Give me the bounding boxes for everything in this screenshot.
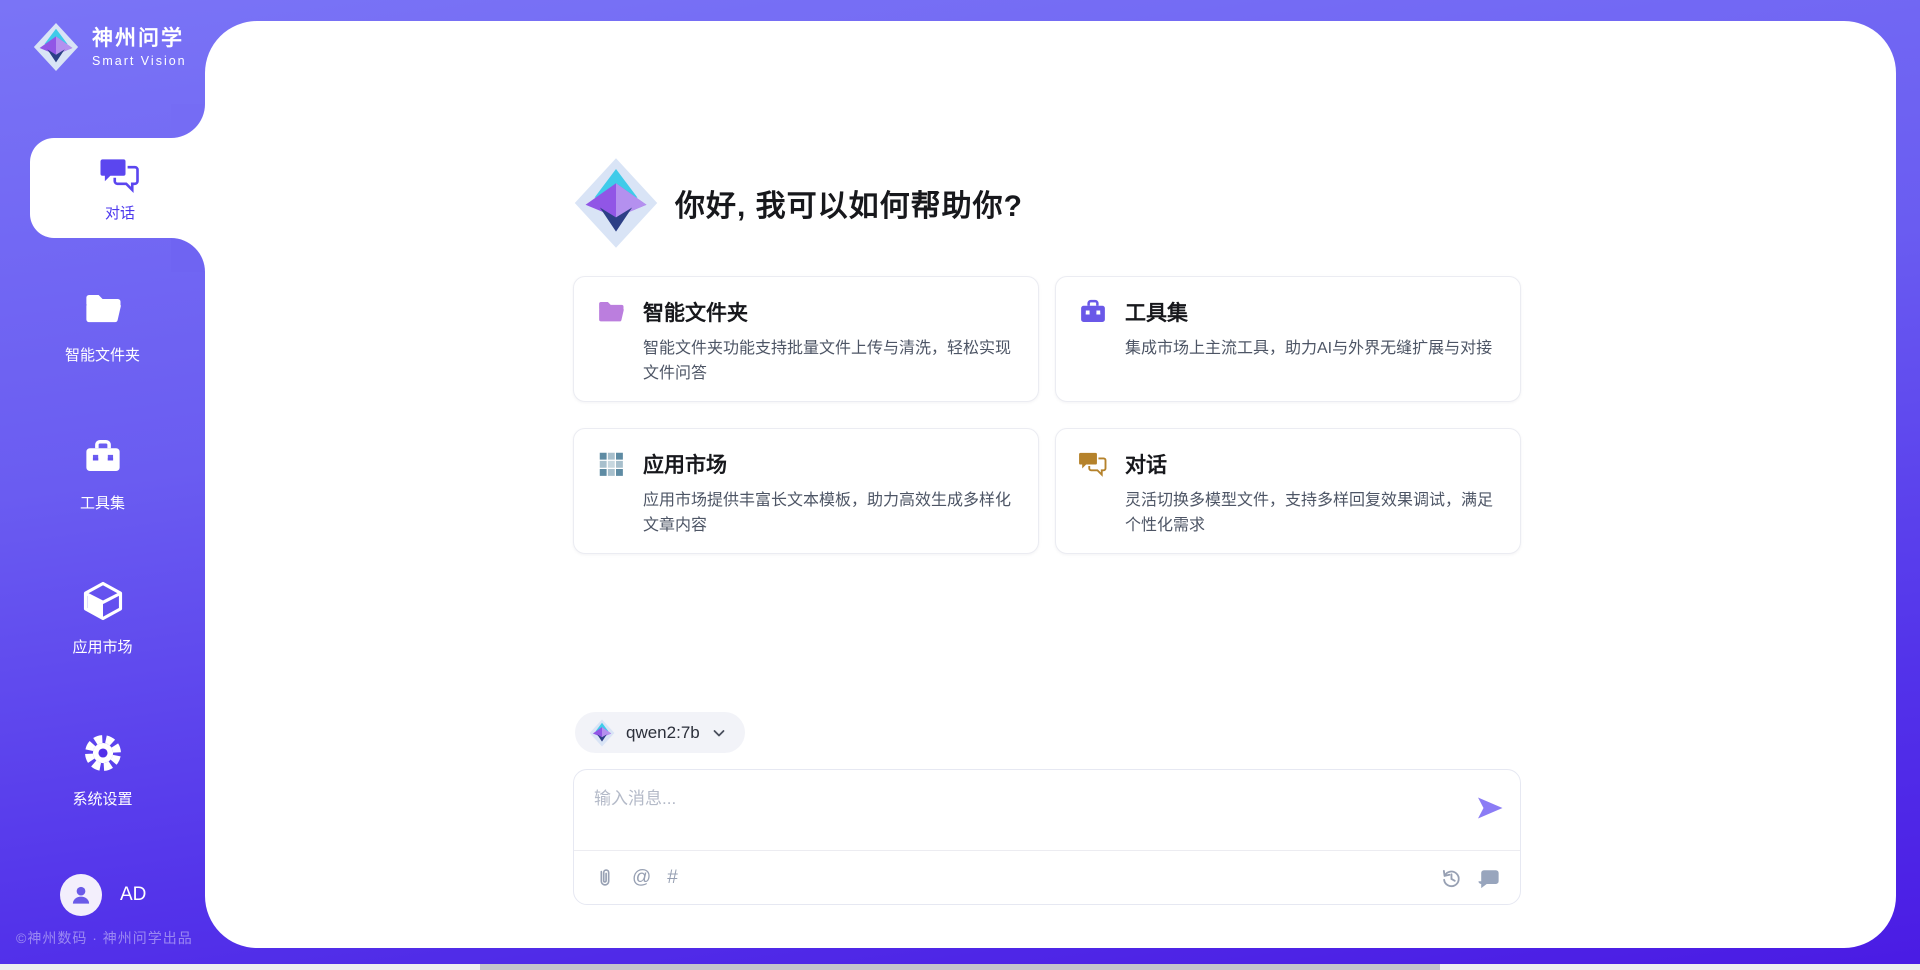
message-composer: @ # [573, 769, 1521, 905]
tab-fillet-bottom [171, 238, 205, 272]
composer-toolbar: @ # [594, 851, 1500, 904]
feature-card-chat[interactable]: 对话 灵活切换多模型文件，支持多样回复效果调试，满足个性化需求 [1055, 428, 1521, 554]
scrollbar-thumb[interactable] [480, 964, 1440, 970]
conversation-icon[interactable] [1478, 867, 1500, 889]
assistant-logo-icon [573, 156, 659, 250]
message-input[interactable] [594, 784, 1454, 844]
sidebar-item-chat[interactable]: 对话 [30, 138, 210, 238]
feature-card-app-market[interactable]: 应用市场 应用市场提供丰富长文本模板，助力高效生成多样化文章内容 [573, 428, 1039, 554]
card-title: 智能文件夹 [643, 297, 748, 327]
copyright-footer: ©神州数码 · 神州问学出品 [16, 928, 193, 948]
grid-icon [596, 449, 626, 479]
horizontal-scrollbar [0, 964, 1920, 970]
model-selector[interactable]: qwen2:7b [575, 712, 745, 753]
sidebar-item-toolset[interactable]: 工具集 [0, 436, 205, 513]
mention-icon[interactable]: @ [632, 867, 651, 889]
feature-card-toolset[interactable]: 工具集 集成市场上主流工具，助力AI与外界无缝扩展与对接 [1055, 276, 1521, 402]
brand: 神州问学 Smart Vision [32, 22, 187, 72]
user-account[interactable]: AD [60, 874, 146, 916]
card-description: 集成市场上主流工具，助力AI与外界无缝扩展与对接 [1125, 336, 1505, 361]
greeting-text: 你好, 我可以如何帮助你? [675, 181, 1023, 225]
toolbox-icon [82, 436, 124, 478]
chat-icon [1078, 449, 1108, 479]
model-logo-icon [589, 719, 615, 747]
sidebar-item-label: 系统设置 [0, 788, 205, 809]
gear-icon [82, 732, 124, 774]
model-name: qwen2:7b [626, 723, 700, 743]
card-description: 应用市场提供丰富长文本模板，助力高效生成多样化文章内容 [643, 488, 1023, 538]
sidebar-item-label: 对话 [105, 202, 135, 223]
card-title: 对话 [1125, 449, 1167, 479]
paperclip-icon[interactable] [594, 867, 616, 889]
tab-fillet-top [171, 104, 205, 138]
history-icon[interactable] [1440, 867, 1462, 889]
sidebar-item-app-market[interactable]: 应用市场 [0, 580, 205, 657]
greeting-block: 你好, 我可以如何帮助你? [573, 156, 1023, 250]
sidebar-item-label: 工具集 [0, 492, 205, 513]
avatar [60, 874, 102, 916]
chevron-down-icon [711, 725, 727, 741]
send-icon[interactable] [1476, 794, 1504, 822]
folder-icon [82, 288, 124, 330]
cube-icon [82, 580, 124, 622]
feature-card-smart-folder[interactable]: 智能文件夹 智能文件夹功能支持批量文件上传与清洗，轻松实现文件问答 [573, 276, 1039, 402]
person-icon [68, 882, 94, 908]
app-window: 对话 神州问学 Smart Vision 智能文件夹 工具集 应用市场 系统设置… [0, 0, 1920, 970]
folder-icon [596, 297, 626, 327]
hashtag-icon[interactable]: # [667, 867, 678, 889]
brand-name: 神州问学 [92, 26, 187, 51]
user-name: AD [120, 884, 146, 906]
toolbox-icon [1078, 297, 1108, 327]
brand-logo-icon [32, 22, 80, 72]
sidebar-item-smart-folder[interactable]: 智能文件夹 [0, 288, 205, 365]
brand-subtitle: Smart Vision [92, 54, 187, 68]
card-title: 应用市场 [643, 449, 727, 479]
sidebar-item-label: 应用市场 [0, 636, 205, 657]
sidebar-item-label: 智能文件夹 [0, 344, 205, 365]
card-title: 工具集 [1125, 297, 1188, 327]
card-description: 灵活切换多模型文件，支持多样回复效果调试，满足个性化需求 [1125, 488, 1505, 538]
card-description: 智能文件夹功能支持批量文件上传与清洗，轻松实现文件问答 [643, 336, 1023, 386]
chat-icon [99, 154, 141, 196]
sidebar-item-settings[interactable]: 系统设置 [0, 732, 205, 809]
